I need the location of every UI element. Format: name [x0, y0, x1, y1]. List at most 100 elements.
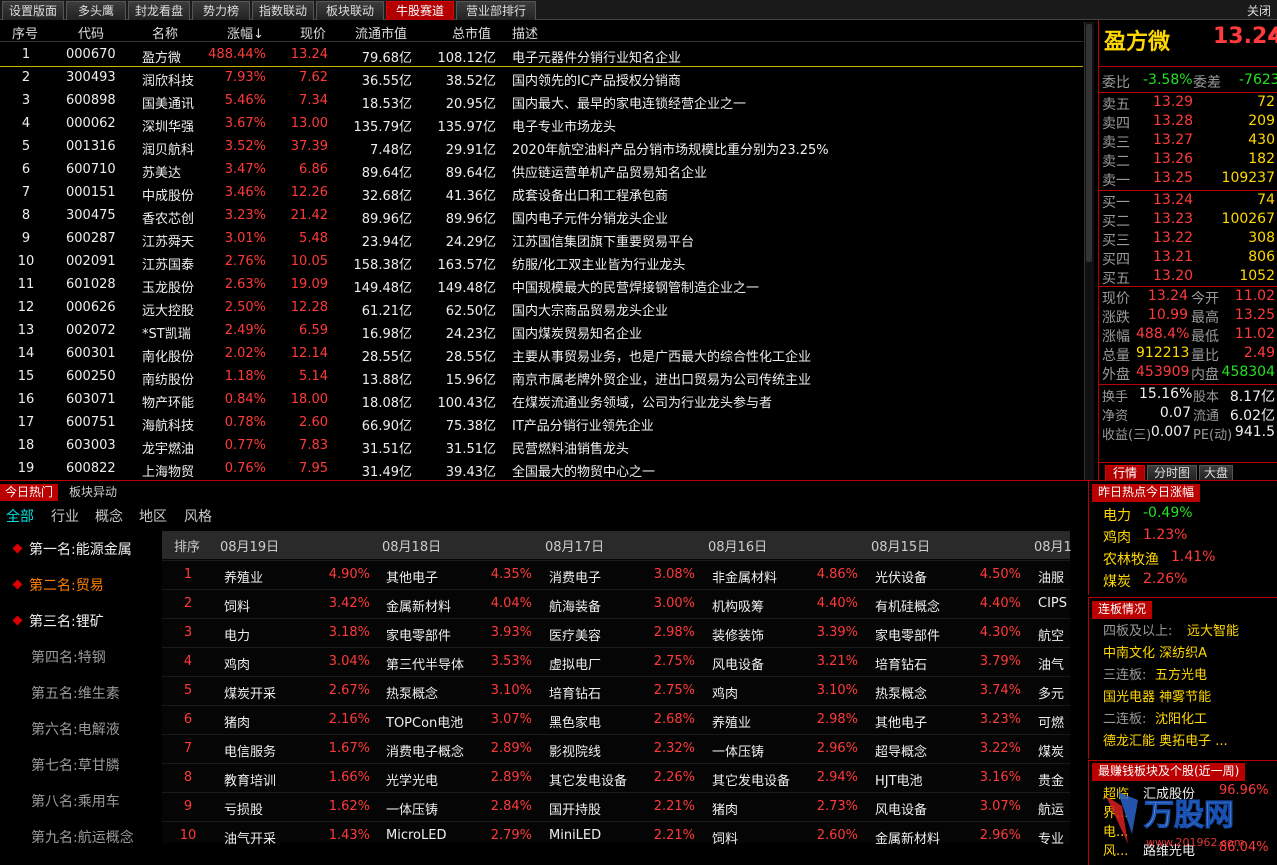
table-scroll-thumb[interactable] [1086, 24, 1092, 262]
grid-row[interactable]: 5 煤炭开采 2.67% 热泵概念 3.10% 培育钻石 2.75% 鸡肉 3.10% 热泵概念 3… [162, 676, 1070, 705]
col-total-cap[interactable]: 总市值 [452, 23, 491, 42]
table-row[interactable]: 10 002091 江苏国泰 2.76% 10.05 158.38亿 163.57亿 纺服/化… [0, 251, 1083, 274]
grid-row[interactable]: 6 猪肉 2.16% TOPCon电池 3.07% 黑色家电 2.68% 养殖业 2.98% 其他… [162, 705, 1070, 734]
table-row[interactable]: 5 001316 润贝航科 3.52% 37.39 7.48亿 29.91亿 2020年航空油… [0, 136, 1083, 159]
table-row[interactable]: 12 000626 远大控股 2.50% 12.28 61.21亿 62.50亿 国内大宗商品… [0, 297, 1083, 320]
quote-tab-market[interactable]: 行情 [1105, 465, 1145, 480]
sector-name[interactable]: 其它发电设备 [712, 770, 800, 789]
sector-name[interactable]: 教育培训 [224, 770, 312, 789]
sector-name[interactable]: 培育钻石 [875, 654, 963, 673]
hot-rank-item[interactable]: 第九名:航运概念 [14, 827, 134, 847]
quote-tab-intraday[interactable]: 分时图 [1147, 465, 1197, 480]
sector-name[interactable]: 贵金 [1038, 770, 1074, 789]
col-change[interactable]: 涨幅↓ [227, 23, 264, 42]
hot-rank-item[interactable]: 第七名:草甘膦 [14, 755, 120, 775]
sector-name[interactable]: 医疗美容 [549, 625, 637, 644]
col-name[interactable]: 名称 [152, 23, 178, 42]
sector-name[interactable]: 油服 [1038, 567, 1074, 586]
tab-bull-track[interactable]: 牛股赛道 [386, 1, 454, 20]
sector-name[interactable]: CIPS [1038, 596, 1074, 611]
sector-name[interactable]: 电信服务 [224, 741, 312, 760]
sector-name[interactable]: 其它发电设备 [549, 770, 637, 789]
sector-name[interactable]: 装修装饰 [712, 625, 800, 644]
sector-name[interactable]: 可燃 [1038, 712, 1074, 731]
sector-name[interactable]: 煤炭 [1038, 741, 1074, 760]
hot-rank-item[interactable]: 第一名:能源金属 [12, 539, 132, 559]
quote-tab-index[interactable]: 大盘 [1199, 465, 1233, 480]
yesterday-sector[interactable]: 煤炭 [1103, 571, 1131, 591]
sector-name[interactable]: 油气开采 [224, 828, 312, 847]
cat-region[interactable]: 地区 [139, 506, 167, 526]
hot-rank-item[interactable]: 第五名:维生素 [14, 683, 120, 703]
tab-sector-movement[interactable]: 板块异动 [64, 484, 122, 501]
cat-style[interactable]: 风格 [184, 506, 212, 526]
sector-name[interactable]: 热泵概念 [386, 683, 474, 702]
sector-name[interactable]: 航运 [1038, 799, 1074, 818]
sector-name[interactable]: 风电设备 [875, 799, 963, 818]
sector-name[interactable]: 其他电子 [875, 712, 963, 731]
table-row[interactable]: 16 603071 物产环能 0.84% 18.00 18.08亿 100.43亿 在煤炭流通… [0, 389, 1083, 412]
table-row[interactable]: 7 000151 中成股份 3.46% 12.26 32.68亿 41.36亿 成套设备出口和… [0, 182, 1083, 205]
cat-industry[interactable]: 行业 [51, 506, 79, 526]
sector-name[interactable]: 其他电子 [386, 567, 474, 586]
sector-name[interactable]: TOPCon电池 [386, 712, 474, 731]
hot-rank-item[interactable]: 第六名:电解液 [14, 719, 120, 739]
sector-name[interactable]: 航海装备 [549, 596, 637, 615]
sector-name[interactable]: 光学光电 [386, 770, 474, 789]
col-index[interactable]: 序号 [12, 23, 38, 42]
sector-name[interactable]: 多元 [1038, 683, 1074, 702]
sector-name[interactable]: 猪肉 [224, 712, 312, 731]
sector-name[interactable]: MiniLED [549, 828, 637, 843]
sector-name[interactable]: 一体压铸 [386, 799, 474, 818]
sector-name[interactable]: 金属新材料 [875, 828, 963, 847]
table-row[interactable]: 14 600301 南化股份 2.02% 12.14 28.55亿 28.55亿 主要从事贸易… [0, 343, 1083, 366]
table-row[interactable]: 15 600250 南纺股份 1.18% 5.14 13.88亿 15.96亿 南京市属老牌外… [0, 366, 1083, 389]
sector-name[interactable]: MicroLED [386, 828, 474, 843]
grid-row[interactable]: 3 电力 3.18% 家电零部件 3.93% 医疗美容 2.98% 装修装饰 3.39% 家电零部… [162, 618, 1070, 647]
table-row[interactable]: 13 002072 *ST凯瑞 2.49% 6.59 16.98亿 24.23亿 国内煤炭贸易… [0, 320, 1083, 343]
sector-name[interactable]: 煤炭开采 [224, 683, 312, 702]
tab-limit-up-watch[interactable]: 封龙看盘 [128, 1, 190, 20]
table-row[interactable]: 6 600710 苏美达 3.47% 6.86 89.64亿 89.64亿 供应链运营单机产品… [0, 159, 1083, 182]
hot-rank-item[interactable]: 第三名:锂矿 [12, 611, 104, 631]
sector-name[interactable]: 有机硅概念 [875, 596, 963, 615]
sector-name[interactable]: 油气 [1038, 654, 1074, 673]
table-row[interactable]: 3 600898 国美通讯 5.46% 7.34 18.53亿 20.95亿 国内最大、最早的… [0, 90, 1083, 113]
sector-name[interactable]: 机构吸筹 [712, 596, 800, 615]
sector-name[interactable]: 影视院线 [549, 741, 637, 760]
sector-name[interactable]: 培育钻石 [549, 683, 637, 702]
sector-name[interactable]: 消费电子概念 [386, 741, 474, 760]
lianban-stocks[interactable]: 远大智能 [1187, 620, 1239, 639]
yesterday-sector[interactable]: 农林牧渔 [1103, 549, 1159, 569]
sector-name[interactable]: 专业 [1038, 828, 1074, 847]
table-row[interactable]: 11 601028 玉龙股份 2.63% 19.09 149.48亿 149.48亿 中国规模… [0, 274, 1083, 297]
close-button[interactable]: 关闭 [1247, 2, 1271, 19]
tab-today-hot[interactable]: 今日热门 [0, 484, 59, 501]
sector-name[interactable]: 鸡肉 [224, 654, 312, 673]
table-row[interactable]: 2 300493 润欣科技 7.93% 7.62 36.55亿 38.52亿 国内领先的IC产… [0, 67, 1083, 90]
grid-row[interactable]: 10 油气开采 1.43% MicroLED 2.79% MiniLED 2.21% 饲料 2.… [162, 821, 1070, 850]
table-row[interactable]: 19 600822 上海物贸 0.76% 7.95 31.49亿 39.43亿 全国最大的物贸… [0, 458, 1083, 481]
sector-name[interactable]: 养殖业 [224, 567, 312, 586]
grid-row[interactable]: 9 亏损股 1.62% 一体压铸 2.84% 国开持股 2.21% 猪肉 2.73% 风电设备 3.… [162, 792, 1070, 821]
grid-row[interactable]: 1 养殖业 4.90% 其他电子 4.35% 消费电子 3.08% 非金属材料 4.86% 光伏设… [162, 560, 1070, 589]
sector-name[interactable]: 家电零部件 [386, 625, 474, 644]
sector-name[interactable]: 非金属材料 [712, 567, 800, 586]
col-float-cap[interactable]: 流通市值 [355, 23, 407, 42]
grid-row[interactable]: 2 饲料 3.42% 金属新材料 4.04% 航海装备 3.00% 机构吸筹 4.40% 有机硅概… [162, 589, 1070, 618]
lianban-stocks[interactable]: 国光电器 神雾节能 [1103, 686, 1211, 705]
sector-name[interactable]: 鸡肉 [712, 683, 800, 702]
table-row[interactable]: 18 603003 龙宇燃油 0.77% 7.83 31.51亿 31.51亿 民营燃料油销售… [0, 435, 1083, 458]
yesterday-sector[interactable]: 电力 [1103, 505, 1131, 525]
sector-name[interactable]: 风电设备 [712, 654, 800, 673]
lianban-stocks[interactable]: 沈阳化工 [1155, 708, 1207, 727]
sector-name[interactable]: 猪肉 [712, 799, 800, 818]
grid-row[interactable]: 8 教育培训 1.66% 光学光电 2.89% 其它发电设备 2.26% 其它发电设备 2.94… [162, 763, 1070, 792]
col-desc[interactable]: 描述 [512, 23, 538, 42]
tab-sector-link[interactable]: 板块联动 [316, 1, 384, 20]
sector-name[interactable]: 热泵概念 [875, 683, 963, 702]
table-row[interactable]: 17 600751 海航科技 0.78% 2.60 66.90亿 75.38亿 IT产品分销行… [0, 412, 1083, 435]
table-row[interactable]: 4 000062 深圳华强 3.67% 13.00 135.79亿 135.97亿 电子专业市… [0, 113, 1083, 136]
sector-name[interactable]: 金属新材料 [386, 596, 474, 615]
cat-concept[interactable]: 概念 [95, 506, 123, 526]
